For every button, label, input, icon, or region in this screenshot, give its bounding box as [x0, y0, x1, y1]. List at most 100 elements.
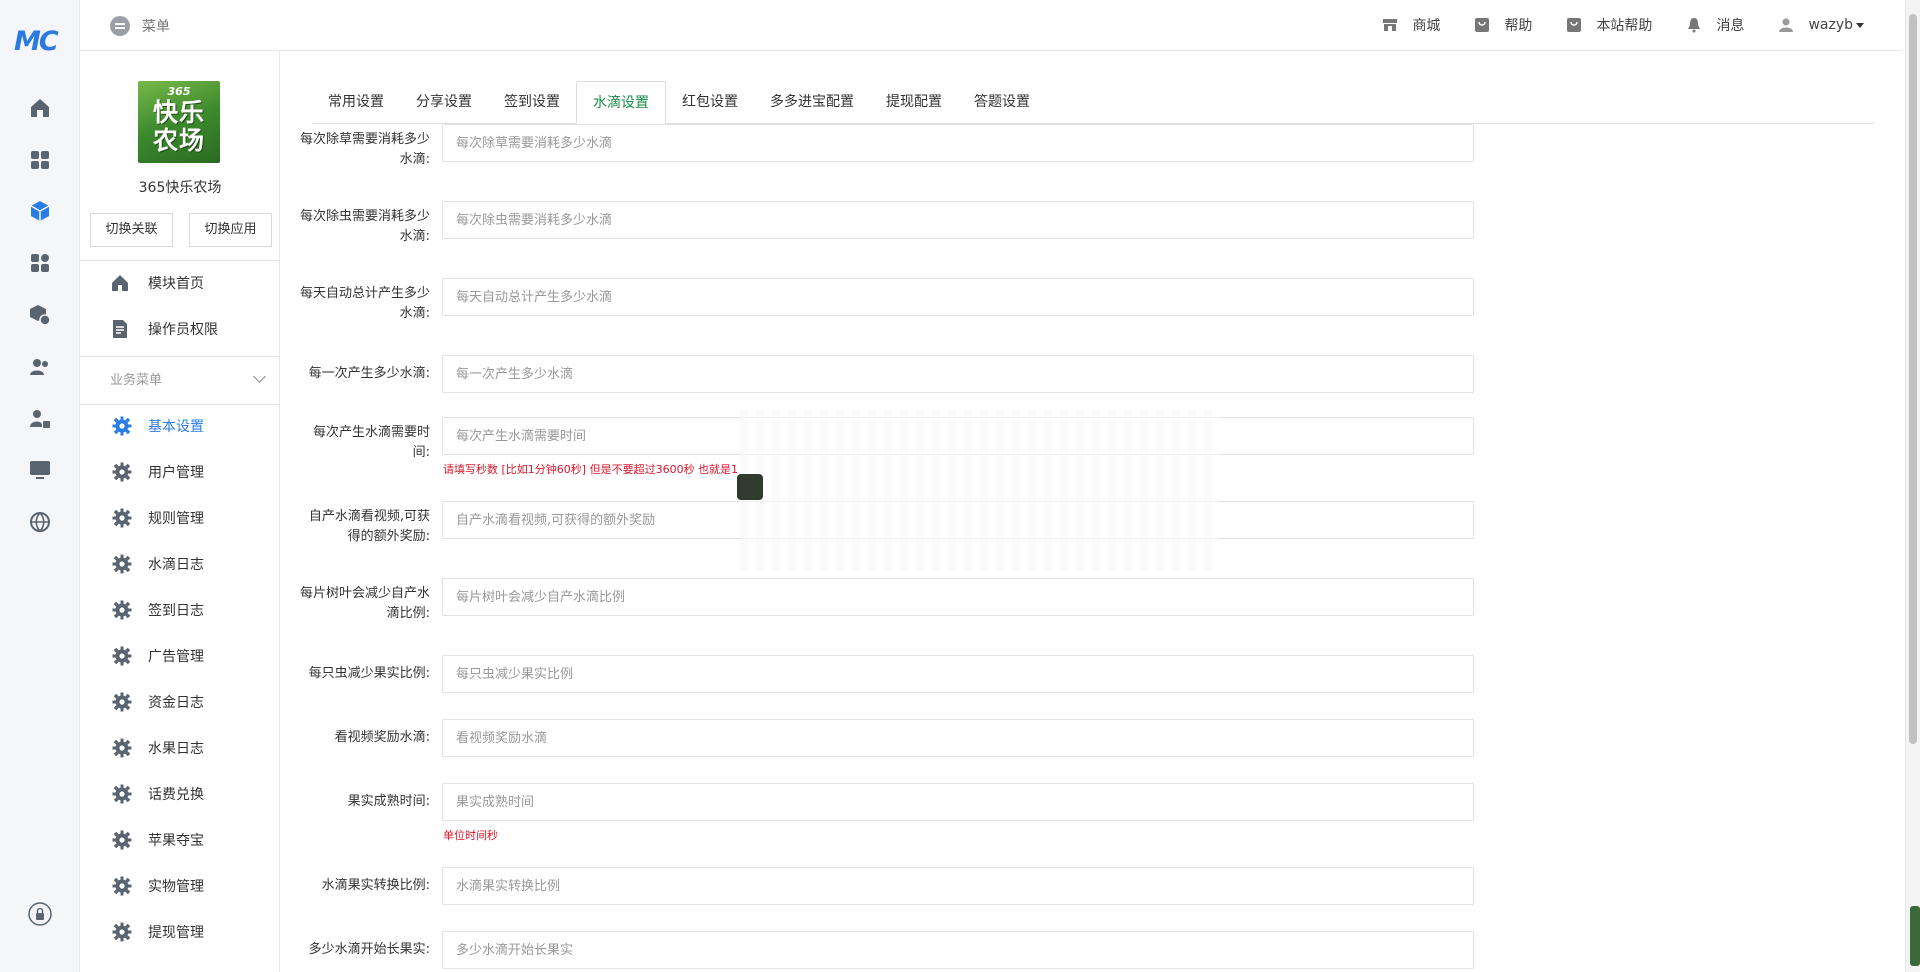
module-home-link[interactable]: 模块首页 — [110, 273, 204, 293]
gear-icon — [112, 922, 132, 942]
business-menu-item[interactable]: 水滴日志 — [112, 554, 204, 574]
mosaic-overlay — [740, 410, 1220, 570]
top-link-label: 帮助 — [1504, 18, 1533, 34]
operator-permission-link[interactable]: 操作员权限 — [110, 319, 218, 339]
business-menu-item[interactable]: 广告管理 — [112, 646, 204, 666]
top-link-site-help[interactable]: 本站帮助 — [1566, 15, 1652, 35]
field-label: 每天自动总计产生多少水滴: — [299, 286, 430, 321]
field-input[interactable] — [442, 124, 1474, 162]
package-settings-icon[interactable] — [28, 303, 52, 327]
top-link-messages[interactable]: 消息 — [1686, 15, 1744, 35]
scrollbar-thumb[interactable] — [1909, 14, 1917, 744]
modules-icon[interactable] — [28, 251, 52, 275]
business-menu-label: 水滴日志 — [148, 557, 204, 573]
tab[interactable]: 红包设置 — [666, 81, 754, 123]
divider — [80, 404, 280, 405]
field-input[interactable] — [442, 655, 1474, 693]
business-menu-item[interactable]: 苹果夺宝 — [112, 830, 204, 850]
module-sidebar: 365 快乐农场 365快乐农场 切换关联 切换应用 模块首页 操作员权限 业务… — [80, 51, 280, 972]
business-menu-item[interactable]: 提现管理 — [112, 922, 204, 942]
site-help-icon — [1566, 17, 1582, 33]
app-logo: 365 快乐农场 — [138, 81, 220, 163]
field-label: 多少水滴开始长果实: — [308, 942, 430, 957]
business-menu-item[interactable]: 用户管理 — [112, 462, 204, 482]
field-input[interactable] — [442, 355, 1474, 393]
tab[interactable]: 水滴设置 — [576, 81, 666, 124]
top-header: 菜单 商城 帮助 本站帮助 消息 wazyb — [80, 0, 1902, 51]
gear-icon — [112, 876, 132, 896]
top-link-shop[interactable]: 商城 — [1382, 15, 1440, 35]
apps-grid-icon[interactable] — [28, 148, 52, 172]
switch-assoc-button[interactable]: 切换关联 — [90, 213, 173, 247]
users-icon[interactable] — [28, 355, 52, 379]
app-logo-text: 快乐农场 — [152, 98, 205, 155]
cube-icon[interactable] — [28, 199, 52, 223]
field-label: 每次除虫需要消耗多少水滴: — [299, 209, 430, 244]
field-label: 水滴果实转换比例: — [321, 878, 430, 893]
bell-icon — [1686, 17, 1702, 33]
gear-icon — [112, 462, 132, 482]
tab[interactable]: 常用设置 — [312, 81, 400, 123]
gear-icon — [112, 600, 132, 620]
menu-icon — [110, 16, 130, 36]
business-menu-item[interactable]: 实物管理 — [112, 876, 204, 896]
field-input[interactable] — [442, 931, 1474, 969]
business-menu-label: 提现管理 — [148, 925, 204, 941]
business-menu-item[interactable]: 资金日志 — [112, 692, 204, 712]
gear-icon — [112, 692, 132, 712]
field-label: 果实成熟时间: — [347, 794, 430, 809]
home-icon[interactable] — [28, 96, 52, 120]
home-icon — [110, 273, 130, 293]
field-input[interactable] — [442, 201, 1474, 239]
divider — [80, 356, 280, 357]
username: wazyb — [1808, 17, 1853, 33]
tab[interactable]: 答题设置 — [958, 81, 1046, 123]
business-menu-label: 用户管理 — [148, 465, 204, 481]
globe-icon[interactable] — [28, 510, 52, 534]
business-menu-item[interactable]: 水果日志 — [112, 738, 204, 758]
app-name: 365快乐农场 — [138, 180, 222, 196]
top-link-help[interactable]: 帮助 — [1474, 15, 1532, 35]
document-icon — [110, 319, 130, 339]
vertical-scrollbar[interactable] — [1905, 0, 1920, 972]
field-input[interactable] — [442, 578, 1474, 616]
business-menu-item[interactable]: 话费兑换 — [112, 784, 204, 804]
tab[interactable]: 提现配置 — [870, 81, 958, 123]
field-input[interactable] — [442, 867, 1474, 905]
floating-widget[interactable] — [1910, 906, 1920, 966]
business-menu-header[interactable]: 业务菜单 — [110, 369, 270, 388]
field-input[interactable] — [442, 783, 1474, 821]
top-link-label: 消息 — [1716, 18, 1745, 34]
business-menu-item[interactable]: 规则管理 — [112, 508, 204, 528]
menu-toggle[interactable]: 菜单 — [110, 16, 170, 36]
gear-icon — [112, 738, 132, 758]
gear-icon — [112, 416, 132, 436]
menu-item-label: 操作员权限 — [148, 322, 218, 338]
field-input[interactable] — [442, 719, 1474, 757]
user-lock-icon[interactable] — [28, 407, 52, 431]
field-input[interactable] — [442, 278, 1474, 316]
user-menu[interactable]: wazyb — [1778, 17, 1864, 33]
gear-icon — [112, 646, 132, 666]
monitor-icon[interactable] — [28, 458, 52, 482]
brand-logo[interactable]: MC — [14, 26, 66, 57]
field-label: 每片树叶会减少自产水滴比例: — [299, 586, 430, 621]
top-links: 商城 帮助 本站帮助 消息 wazyb — [1382, 15, 1864, 35]
switch-app-button[interactable]: 切换应用 — [189, 213, 272, 247]
settings-tabs: 常用设置 分享设置 签到设置 水滴设置 红包设置 多多进宝配置 提现配置 答题设置 — [312, 81, 1874, 124]
divider — [80, 260, 280, 261]
caret-down-icon — [1856, 22, 1864, 28]
tab[interactable]: 多多进宝配置 — [754, 81, 870, 123]
gear-icon — [112, 784, 132, 804]
business-menu-label: 基本设置 — [148, 419, 204, 435]
lock-icon[interactable] — [28, 902, 52, 926]
field-hint: 单位时间秒 — [443, 829, 498, 842]
business-menu-label: 实物管理 — [148, 879, 204, 895]
tab[interactable]: 分享设置 — [400, 81, 488, 123]
business-menu-item[interactable]: 基本设置 — [112, 416, 204, 436]
gear-icon — [112, 508, 132, 528]
field-label: 每一次产生多少水滴: — [308, 366, 430, 381]
business-menu-item[interactable]: 签到日志 — [112, 600, 204, 620]
field-label: 每次除草需要消耗多少水滴: — [299, 132, 430, 167]
tab[interactable]: 签到设置 — [488, 81, 576, 123]
